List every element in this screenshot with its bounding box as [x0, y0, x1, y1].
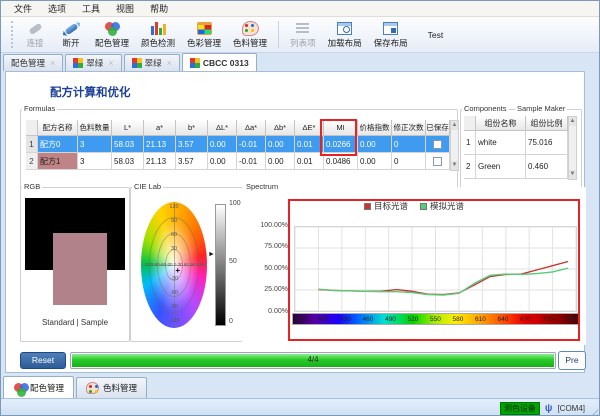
menu-bar: 文件 选项 工具 视图 帮助: [1, 1, 599, 17]
save-layout-icon: [382, 21, 399, 36]
main-panel: 配方计算和优化 Formulas 配方名称 色料数量 L* a* b* ΔL* …: [5, 71, 585, 373]
component-row-1[interactable]: 1 white 75.016: [464, 131, 568, 155]
tab-emerald-1[interactable]: 翠绿 ×: [65, 54, 121, 71]
bottom-tab-color-match[interactable]: 配色管理: [3, 376, 74, 398]
tab-color-match-manage[interactable]: 配色管理 ×: [3, 54, 63, 71]
menu-file[interactable]: 文件: [7, 1, 39, 16]
lightness-marker-icon: ►: [208, 251, 215, 258]
formula-row-2[interactable]: 2 配方1 3 58.03 21.13 3.57 0.00 -0.01 0.00…: [26, 153, 450, 170]
pre-button[interactable]: Pre: [558, 351, 586, 370]
list-items-icon: [294, 21, 311, 36]
usb-icon: ψ: [545, 403, 553, 414]
scroll-down-icon[interactable]: ▼: [569, 170, 576, 179]
sample-position-marker: +: [175, 266, 180, 275]
formula-row-1[interactable]: 1 配方0 3 58.03 21.13 3.57 0.00 -0.01 0.00…: [26, 136, 450, 153]
lightness-bar[interactable]: [215, 204, 226, 326]
sample-color-swatch: [53, 233, 107, 305]
saved-checkbox[interactable]: [433, 140, 442, 149]
simulated-series-swatch: [420, 203, 427, 210]
page-title: 配方计算和优化: [50, 84, 131, 100]
menu-help[interactable]: 帮助: [143, 1, 175, 16]
color-detect-icon: [150, 21, 167, 36]
scroll-down-icon[interactable]: ▼: [451, 161, 458, 170]
device-status-badge: 测色设备: [500, 402, 540, 415]
toolbar: 连接 断开 配色管理 颜色检测 色彩管理 色料管理 列表项 加载布局: [1, 17, 599, 53]
components-table: 组份名称 组份比例 1 white 75.016 2 Green 0.460: [464, 116, 568, 179]
connect-icon: [27, 21, 44, 36]
spectrum-legend: 目标光谱 模拟光谱: [364, 200, 464, 212]
load-layout-button[interactable]: 加载布局: [322, 17, 368, 52]
resize-grip[interactable]: [589, 407, 598, 416]
formulas-group-label: Formulas: [22, 104, 57, 113]
disconnect-icon: [63, 21, 80, 36]
spectrum-group: 目标光谱 模拟光谱 100.00% 75.00% 50.00% 25.00% 0…: [242, 187, 586, 345]
close-icon[interactable]: ×: [167, 58, 172, 68]
scroll-up-icon[interactable]: ▲: [569, 117, 576, 126]
document-tab-bar: 配色管理 × 翠绿 × 翠绿 × CBCC 0313: [1, 53, 599, 71]
toolbar-test-label: Test: [428, 30, 444, 40]
disconnect-button[interactable]: 断开: [53, 17, 89, 52]
reset-button[interactable]: Reset: [20, 352, 66, 369]
colorant-manage-button[interactable]: 色料管理: [227, 17, 273, 52]
formulas-header-row: 配方名称 色料数量 L* a* b* ΔL* Δa* Δb* ΔE* MI 价格…: [26, 120, 450, 136]
tab-cbcc-0313[interactable]: CBCC 0313: [182, 53, 257, 71]
color-detect-button[interactable]: 颜色检测: [135, 17, 181, 52]
close-icon[interactable]: ×: [108, 58, 113, 68]
sample-color-icon: [73, 58, 83, 68]
app-window: 文件 选项 工具 视图 帮助 连接 断开 配色管理 颜色检测 色彩管理: [0, 0, 600, 416]
color-match-icon: [104, 21, 121, 36]
sample-color-icon: [190, 58, 200, 68]
formulas-table: 配方名称 色料数量 L* a* b* ΔL* Δa* Δb* ΔE* MI 价格…: [26, 120, 450, 170]
com-port-label: [COM4]: [557, 404, 585, 413]
bottom-tab-bar: 配色管理 色料管理: [1, 375, 599, 398]
list-items-button[interactable]: 列表项: [284, 17, 322, 52]
close-icon[interactable]: ×: [50, 58, 55, 68]
color-match-manage-button[interactable]: 配色管理: [89, 17, 135, 52]
menu-options[interactable]: 选项: [41, 1, 73, 16]
components-scrollbar[interactable]: ▲ ▼: [568, 116, 577, 180]
cielab-group: 120 90 60 30 -30 -60 -90 -120 -120-90-60…: [130, 187, 243, 342]
formulas-scrollbar[interactable]: ▲ ▼: [450, 120, 459, 171]
sample-maker-tab-label[interactable]: Sample Maker: [515, 104, 567, 113]
target-series-swatch: [364, 203, 371, 210]
connect-button[interactable]: 连接: [17, 17, 53, 52]
cielab-color-wheel[interactable]: 120 90 60 30 -30 -60 -90 -120 -120-90-60…: [141, 202, 207, 328]
bottom-tab-colorant-manage[interactable]: 色料管理: [76, 377, 147, 398]
saved-checkbox[interactable]: [433, 157, 442, 166]
save-layout-button[interactable]: 保存布局: [368, 17, 414, 52]
menu-view[interactable]: 视图: [109, 1, 141, 16]
toolbar-grip[interactable]: [11, 21, 15, 48]
menu-tools[interactable]: 工具: [75, 1, 107, 16]
scroll-up-icon[interactable]: ▲: [451, 121, 458, 130]
spectrum-group-label: Spectrum: [244, 182, 280, 191]
wavelength-colorbar: 370400 430460 490520 550580 610640 67070…: [292, 313, 579, 325]
load-layout-icon: [336, 21, 353, 36]
status-bar: 测色设备 ψ [COM4]: [1, 398, 599, 416]
legend-target: 目标光谱: [364, 200, 408, 212]
progress-bar: 4/4: [70, 352, 556, 369]
toolbar-separator: [278, 21, 279, 48]
spectrum-plot-svg: [294, 226, 577, 312]
components-header-row: 组份名称 组份比例: [464, 116, 568, 131]
color-match-icon: [13, 382, 26, 394]
color-manage-button[interactable]: 色彩管理: [181, 17, 227, 52]
progress-text: 4/4: [71, 355, 555, 364]
cielab-group-label: CIE Lab: [132, 182, 163, 191]
rgb-group: Standard | Sample: [20, 187, 130, 342]
component-row-2[interactable]: 2 Green 0.460: [464, 155, 568, 179]
sample-color-icon: [132, 58, 142, 68]
colorant-manage-icon: [242, 21, 259, 36]
standard-sample-caption: Standard | Sample: [21, 318, 129, 327]
components-tab-label[interactable]: Components: [462, 104, 509, 113]
colorant-manage-icon: [86, 382, 99, 394]
rgb-group-label: RGB: [22, 182, 42, 191]
tab-emerald-2[interactable]: 翠绿 ×: [124, 54, 180, 71]
color-manage-icon: [196, 21, 213, 36]
legend-simulated: 模拟光谱: [420, 200, 464, 212]
